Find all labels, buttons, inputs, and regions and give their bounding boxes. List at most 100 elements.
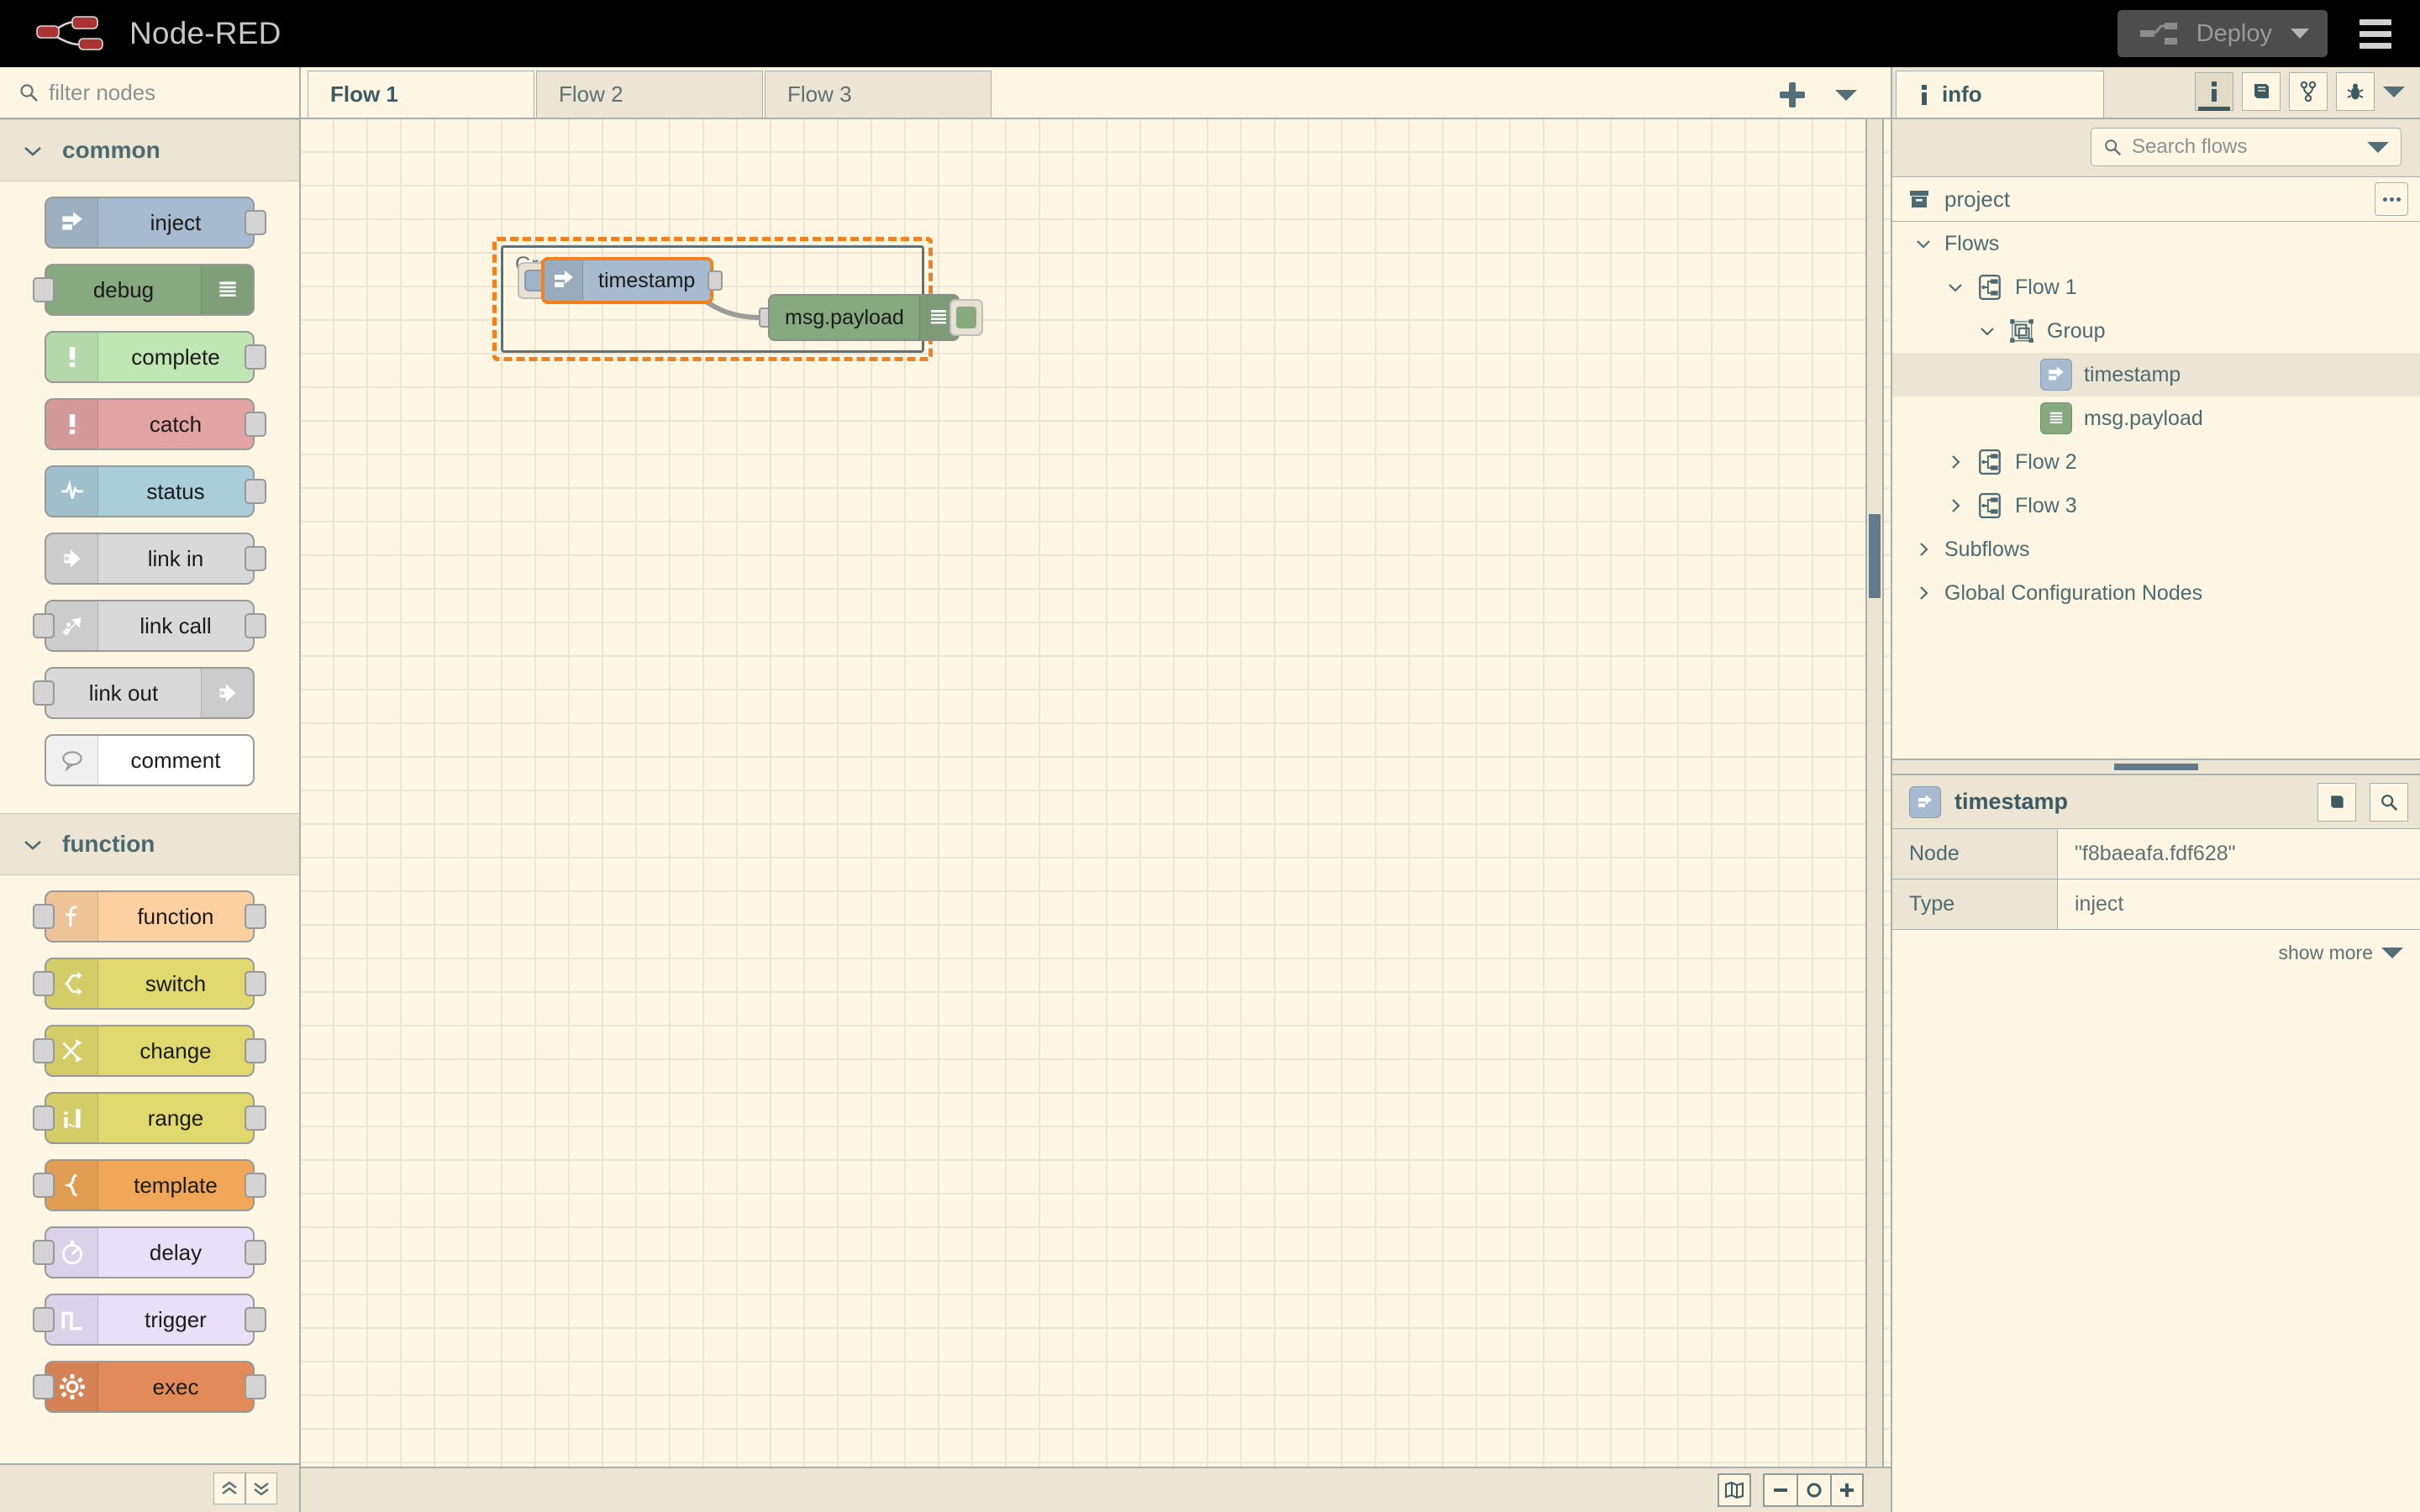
chevron-down-icon[interactable] xyxy=(2291,29,2309,39)
search-scope-chevron-down-icon[interactable] xyxy=(2367,142,2389,153)
info-tab-button[interactable] xyxy=(2195,72,2233,111)
node-help-button[interactable] xyxy=(2317,783,2356,822)
chevron-right-icon[interactable] xyxy=(1914,584,1933,602)
sidebar-empty-space xyxy=(1892,975,2420,1512)
palette-node-trigger[interactable]: trigger xyxy=(45,1294,255,1346)
palette-node-catch[interactable]: catch xyxy=(45,398,255,450)
node-locate-button[interactable] xyxy=(2370,783,2408,822)
canvas-node-msgpayload[interactable]: msg.payload xyxy=(768,294,960,341)
palette-node-comment[interactable]: comment xyxy=(45,734,255,786)
palette-node-link-out[interactable]: link out xyxy=(45,667,255,719)
timestamp-node-label: timestamp xyxy=(583,269,710,293)
git-tab-button[interactable] xyxy=(2289,72,2328,111)
timestamp-node-body[interactable]: timestamp xyxy=(541,257,713,304)
flow-tree: Flows Flow 1 Group timestamp msg.payload F… xyxy=(1892,222,2420,759)
palette-category-function[interactable]: function xyxy=(0,813,299,875)
tree-item-label: Group xyxy=(2047,319,2105,344)
chevrons-up-icon xyxy=(220,1480,239,1497)
tree-item-flow-1[interactable]: Flow 1 xyxy=(1892,265,2420,309)
timestamp-output-port[interactable] xyxy=(708,270,723,291)
search-icon xyxy=(2103,138,2122,156)
chevron-down-icon[interactable] xyxy=(1914,234,1933,253)
deploy-button[interactable]: Deploy xyxy=(2118,10,2328,57)
tree-item-flow-2[interactable]: Flow 2 xyxy=(1892,440,2420,484)
property-value: inject xyxy=(2057,879,2420,929)
palette-node-range[interactable]: range xyxy=(45,1092,255,1144)
canvas-scrollbar-track[interactable] xyxy=(1865,119,1884,1467)
chevron-down-icon[interactable] xyxy=(1946,278,1965,297)
canvas-node-timestamp[interactable]: timestamp xyxy=(541,257,713,304)
zoom-reset-button[interactable] xyxy=(1797,1473,1830,1507)
navigator-button[interactable] xyxy=(1718,1473,1751,1507)
chevron-right-icon[interactable] xyxy=(1946,453,1965,471)
sidebar-tab-info[interactable]: info xyxy=(1896,71,2104,118)
tree-item-label: Subflows xyxy=(1944,538,2029,562)
flow-tab-flow-3[interactable]: Flow 3 xyxy=(765,71,992,118)
flow-icon xyxy=(1976,492,2003,519)
chevron-down-icon xyxy=(24,839,42,850)
tree-item-global-configuration-nodes[interactable]: Global Configuration Nodes xyxy=(1892,571,2420,615)
palette-node-inject[interactable]: inject xyxy=(45,197,255,249)
project-name: project xyxy=(1944,186,2361,213)
tree-item-timestamp[interactable]: timestamp xyxy=(1892,353,2420,396)
inject-arrow-icon xyxy=(46,198,98,247)
palette-node-status[interactable]: status xyxy=(45,465,255,517)
palette-filter-input[interactable]: filter nodes xyxy=(0,67,299,119)
tree-item-flow-3[interactable]: Flow 3 xyxy=(1892,484,2420,528)
inject-chip-icon xyxy=(2040,359,2072,391)
tree-item-group[interactable]: Group xyxy=(1892,309,2420,353)
project-menu-button[interactable] xyxy=(2375,182,2408,216)
flow-tab-flow-2[interactable]: Flow 2 xyxy=(536,71,763,118)
search-flows-input[interactable]: Search flows xyxy=(2091,128,2402,166)
chevron-right-icon[interactable] xyxy=(1914,540,1933,559)
palette-node-output-port xyxy=(245,1307,266,1332)
palette-node-change[interactable]: change xyxy=(45,1025,255,1077)
help-tab-button[interactable] xyxy=(2242,72,2281,111)
flow-menu-button[interactable] xyxy=(1835,90,1857,101)
sidebar-splitter[interactable] xyxy=(1892,759,2420,775)
node-red-editor: Node-RED Deploy xyxy=(0,0,2420,1512)
zoom-out-button[interactable] xyxy=(1763,1473,1797,1507)
editor-body: filter nodes common inject debug complete ca… xyxy=(0,67,2420,1512)
comment-bubble-icon xyxy=(46,736,98,785)
brand-name: Node-RED xyxy=(129,16,281,51)
palette-category-label: function xyxy=(62,831,155,858)
tree-item-msg-payload[interactable]: msg.payload xyxy=(1892,396,2420,440)
palette-node-link-call[interactable]: link call xyxy=(45,600,255,652)
chevron-down-icon[interactable] xyxy=(1978,322,1996,340)
editor-center: Flow 1Flow 2Flow 3 Group xyxy=(301,67,1891,1512)
palette-node-delay[interactable]: delay xyxy=(45,1226,255,1278)
palette-node-switch[interactable]: switch xyxy=(45,958,255,1010)
sidebar-more-button[interactable] xyxy=(2383,87,2405,97)
collapse-all-button[interactable] xyxy=(213,1473,245,1504)
debug-enable-button[interactable] xyxy=(950,299,983,336)
msgpayload-node-body[interactable]: msg.payload xyxy=(768,294,960,341)
palette-node-debug[interactable]: debug xyxy=(45,264,255,316)
zoom-in-button[interactable] xyxy=(1830,1473,1864,1507)
palette-node-link-in[interactable]: link in xyxy=(45,533,255,585)
palette-node-template[interactable]: template xyxy=(45,1159,255,1211)
flow-canvas[interactable]: Group xyxy=(301,119,1891,1467)
palette-node-complete[interactable]: complete xyxy=(45,331,255,383)
expand-all-button[interactable] xyxy=(245,1473,277,1504)
tree-item-subflows[interactable]: Subflows xyxy=(1892,528,2420,571)
hamburger-menu-icon[interactable] xyxy=(2356,13,2395,55)
add-flow-button[interactable] xyxy=(1780,82,1805,108)
flow-tab-flow-1[interactable]: Flow 1 xyxy=(308,71,534,118)
debug-tab-button[interactable] xyxy=(2336,72,2375,111)
canvas-scrollbar-thumb[interactable] xyxy=(1869,514,1881,598)
palette-node-function[interactable]: function xyxy=(45,890,255,942)
show-more-button[interactable]: show more xyxy=(1892,930,2420,975)
palette-node-exec[interactable]: exec xyxy=(45,1361,255,1413)
stopwatch-icon xyxy=(59,1239,86,1266)
tree-item-label: msg.payload xyxy=(2084,407,2203,431)
palette-category-common[interactable]: common xyxy=(0,119,299,181)
palette-node-label: trigger xyxy=(98,1307,253,1333)
pulse-wave-icon xyxy=(46,467,98,516)
tree-item-flows[interactable]: Flows xyxy=(1892,222,2420,265)
chevron-right-icon[interactable] xyxy=(1946,496,1965,515)
property-row: Typeinject xyxy=(1892,879,2420,930)
project-row[interactable]: project xyxy=(1892,176,2420,222)
palette-node-label: exec xyxy=(98,1374,253,1400)
git-branch-icon xyxy=(2298,81,2318,102)
